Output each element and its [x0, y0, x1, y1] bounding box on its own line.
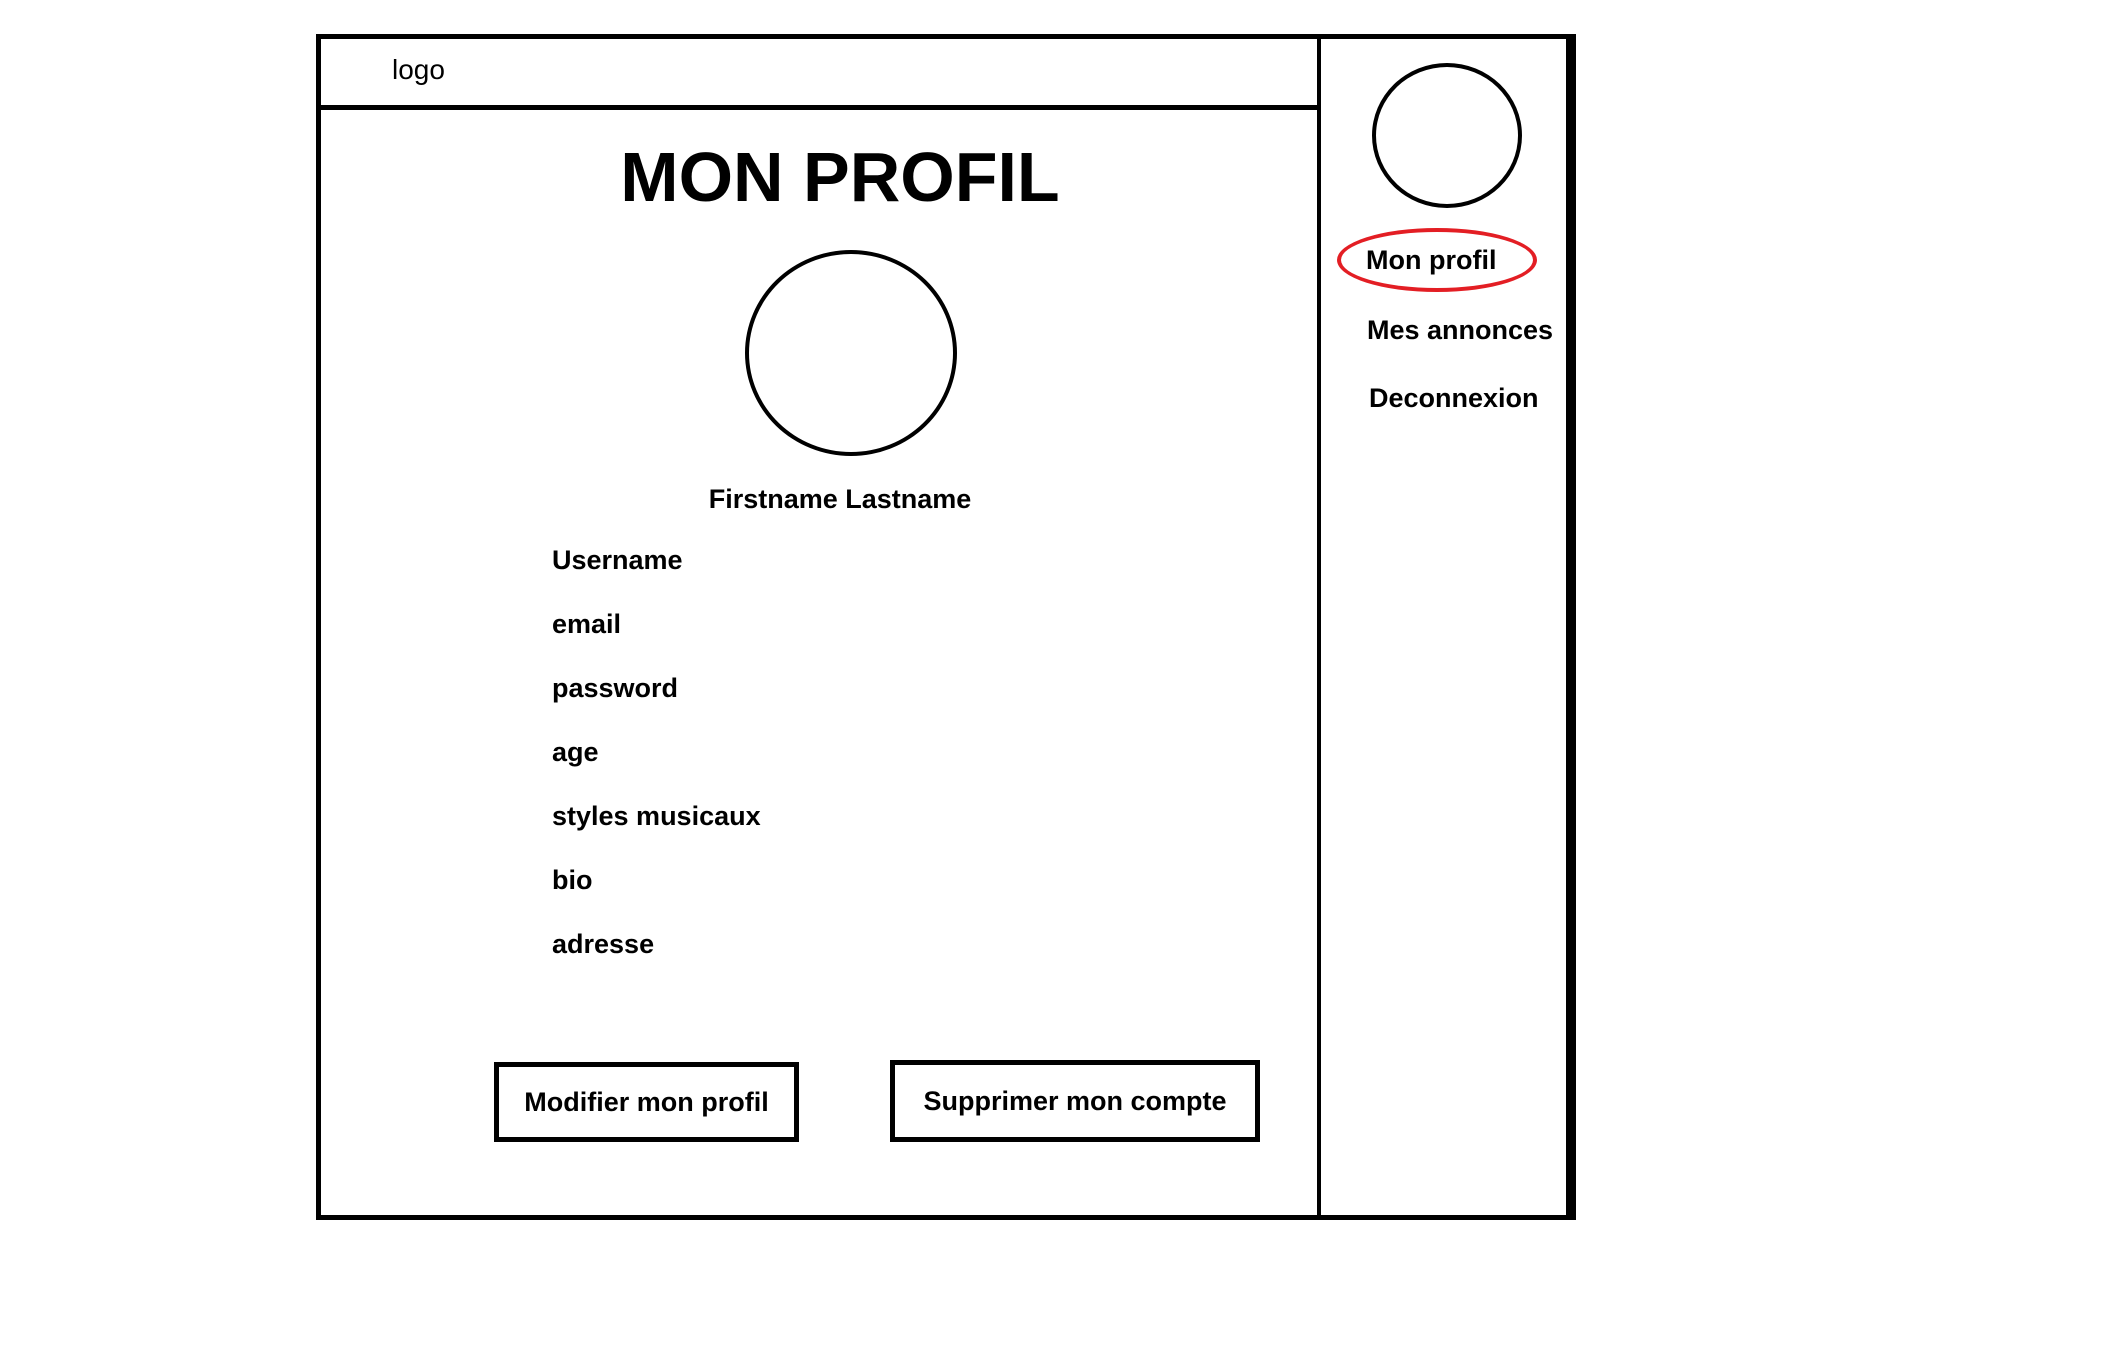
field-username: Username [552, 545, 683, 575]
sidebar-divider [1317, 36, 1321, 1218]
sidebar-item-deconnexion[interactable]: Deconnexion [1369, 383, 1539, 414]
page-title: MON PROFIL [620, 138, 1060, 216]
field-age: age [552, 737, 599, 767]
field-email: email [552, 609, 622, 639]
field-address: adresse [552, 929, 655, 959]
field-bio: bio [552, 865, 593, 895]
field-music-styles: styles musicaux [552, 801, 761, 831]
field-password: password [552, 673, 679, 703]
sidebar-item-mon-profil[interactable]: Mon profil [1366, 245, 1496, 276]
header-divider [318, 105, 1320, 110]
profile-avatar [745, 250, 957, 456]
sidebar-avatar [1372, 63, 1522, 208]
profile-name: Firstname Lastname [708, 484, 972, 514]
edit-profile-button[interactable]: Modifier mon profil [494, 1062, 799, 1142]
delete-account-button[interactable]: Supprimer mon compte [890, 1060, 1260, 1142]
sidebar-item-mes-annonces[interactable]: Mes annonces [1367, 315, 1553, 346]
sidebar-right-border [1566, 36, 1572, 1218]
logo[interactable]: logo [392, 54, 445, 86]
